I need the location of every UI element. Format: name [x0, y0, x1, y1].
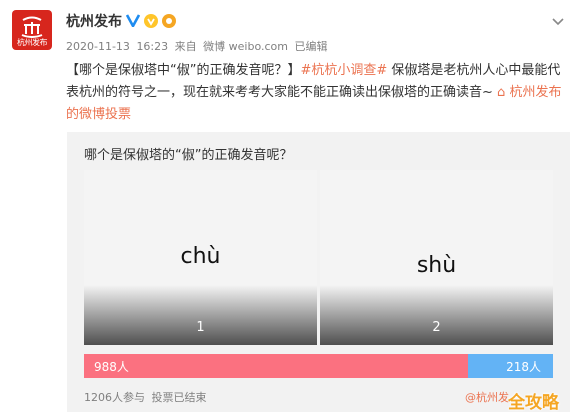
member-badge-icon	[162, 14, 176, 28]
vote-option-number: 1	[196, 320, 205, 335]
vote-result-left: 988人	[84, 354, 469, 378]
post-date[interactable]: 2020-11-13	[66, 40, 130, 53]
vote-option-label: shù	[416, 253, 457, 278]
author-name[interactable]: 杭州发布	[66, 11, 122, 31]
hangzhou-logo-icon	[21, 16, 43, 38]
vote-question: 哪个是保俶塔的“俶”的正确发音呢？	[84, 148, 293, 163]
vote-option-label: chù	[180, 244, 221, 269]
vote-participants: 1206人参与	[84, 391, 145, 404]
verified-v-icon	[125, 12, 141, 31]
corner-watermark: 全攻略	[508, 393, 559, 413]
avatar-logo-text: 杭州发布	[17, 38, 48, 47]
post-lead: 【哪个是保俶塔中“俶”的正确发音呢？】	[66, 63, 301, 78]
vote-option-number: 2	[432, 320, 441, 335]
avatar[interactable]: 杭州发布	[12, 10, 52, 50]
vote-count-left: 988人	[94, 360, 129, 374]
vote-ended: 投票已结束	[151, 391, 207, 404]
vote-result-bar: 988人 218人	[84, 354, 553, 378]
post-meta: 2020-11-13 16:23 来自 微博 weibo.com 已编辑	[66, 38, 330, 54]
post-source-prefix: 来自	[174, 40, 197, 53]
vote-card: 哪个是保俶塔的“俶”的正确发音呢？ chù 1 shù 2 988人 218人 …	[67, 132, 570, 412]
post-edited[interactable]: 已编辑	[294, 40, 327, 53]
chevron-down-icon[interactable]	[552, 12, 564, 26]
vote-option-2[interactable]: shù 2	[320, 170, 553, 345]
author-row: 杭州发布	[66, 11, 176, 31]
topic-link[interactable]: #杭杭小调查#	[300, 63, 387, 78]
post-source[interactable]: 微博 weibo.com	[203, 40, 288, 53]
vote-status: 1206人参与 投票已结束	[84, 389, 210, 405]
vote-option-1[interactable]: chù 1	[84, 170, 317, 345]
post-text: 【哪个是保俶塔中“俶”的正确发音呢？】#杭杭小调查# 保俶塔是老杭州人心中最能代…	[66, 60, 570, 126]
post-time[interactable]: 16:23	[136, 40, 168, 53]
vote-result-right: 218人	[468, 354, 553, 378]
vote-link-icon: ⌂	[497, 85, 506, 100]
vote-count-right: 218人	[506, 360, 541, 374]
vip-badge-icon	[144, 14, 158, 28]
vote-watermark: @杭州发	[465, 391, 509, 404]
